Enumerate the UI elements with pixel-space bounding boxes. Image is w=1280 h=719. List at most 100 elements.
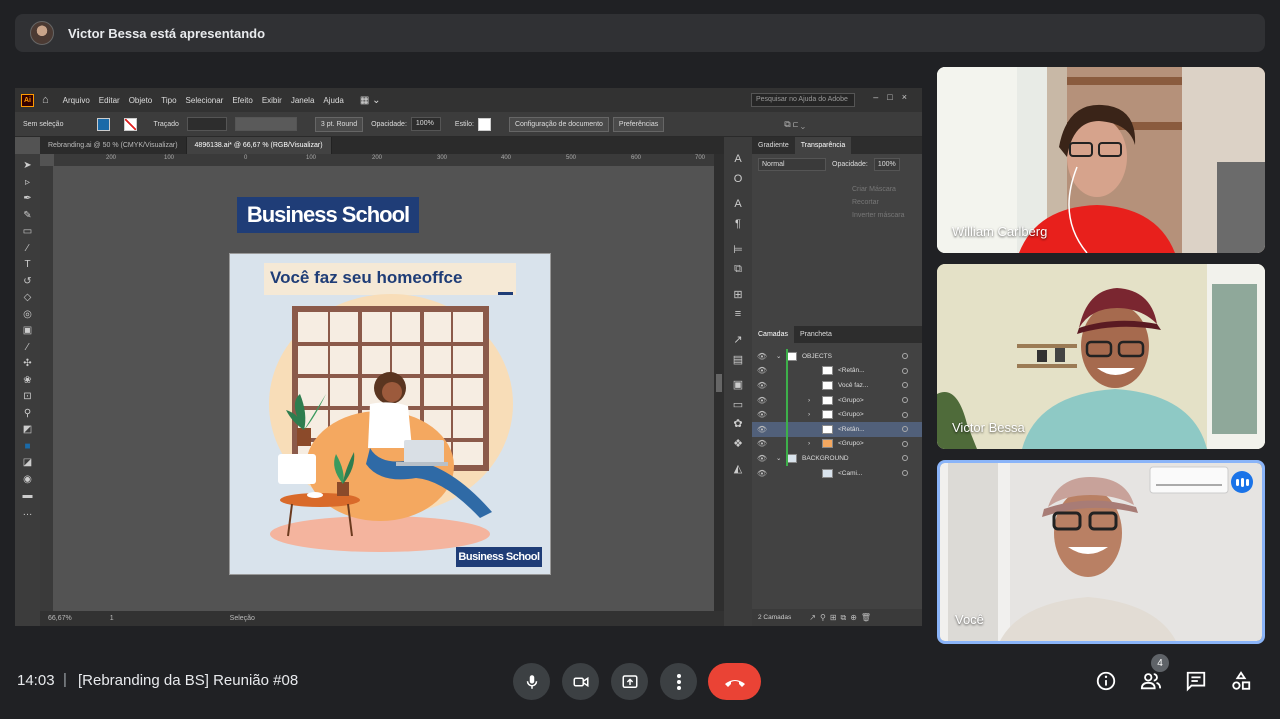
menu-janela[interactable]: Janela (291, 96, 315, 105)
libraries-icon[interactable]: ▤ (733, 353, 743, 373)
visibility-eye-icon[interactable]: 👁 (752, 381, 772, 390)
draw-mode-icon[interactable]: ◉ (23, 472, 32, 489)
tab-rebranding[interactable]: Rebranding.ai @ 50 % (CMYK/Visualizar) (40, 137, 187, 154)
window-controls[interactable]: –□× (873, 92, 916, 102)
tab-gradiente[interactable]: Gradiente (752, 137, 795, 154)
layer-row[interactable]: 👁 <Retân... (752, 363, 922, 379)
tab-camadas[interactable]: Camadas (752, 326, 794, 343)
target-icon[interactable] (902, 426, 908, 433)
expand-arrow[interactable]: › (808, 397, 822, 404)
brush-tool-icon[interactable]: ∕ (27, 241, 29, 258)
preferences-button[interactable]: Preferências (612, 116, 665, 132)
tab-4896138[interactable]: 4896138.ai* @ 66,67 % (RGB/Visualizar) (186, 137, 332, 154)
blend-mode-select[interactable]: Normal (758, 158, 826, 171)
transform-icon[interactable]: ⊞ (733, 288, 742, 308)
layer-row-selected[interactable]: 👁 <Retân... (752, 421, 922, 437)
people-button[interactable] (1139, 669, 1163, 693)
artboard-number[interactable]: 1 (110, 615, 114, 622)
menu-arquivo[interactable]: Arquivo (63, 96, 90, 105)
menu-tipo[interactable]: Tipo (161, 96, 176, 105)
visibility-eye-icon[interactable]: 👁 (752, 396, 772, 405)
layer-row[interactable]: 👁 › <Grupo> (752, 407, 922, 422)
eyedropper-tool-icon[interactable]: ⁄ (27, 340, 29, 357)
activities-button[interactable] (1229, 669, 1253, 693)
invert-mask-checkbox[interactable]: Inverter máscara (752, 209, 922, 222)
layer-row[interactable]: 👁 ⌄ OBJECTS (752, 349, 922, 364)
menu-objeto[interactable]: Objeto (129, 96, 153, 105)
eraser-tool-icon[interactable]: ◇ (24, 290, 32, 307)
layer-row[interactable]: 👁 › <Grupo> (752, 392, 922, 408)
rectangle-tool-icon[interactable]: ▭ (23, 224, 32, 241)
target-icon[interactable] (902, 367, 908, 374)
fill-stroke-icon[interactable]: ◩ (23, 422, 32, 439)
paragraph-styles-icon[interactable]: A (734, 198, 741, 218)
target-icon[interactable] (902, 440, 908, 447)
participant-tile-self[interactable]: Você (937, 460, 1265, 644)
graphic-styles-icon[interactable]: ❖ (733, 437, 743, 457)
make-mask-button[interactable]: Criar Máscara (752, 183, 922, 196)
direct-selection-tool-icon[interactable]: ▹ (25, 175, 30, 192)
fill-swatch[interactable] (97, 117, 111, 131)
shared-screen[interactable]: Ai ⌂ Arquivo Editar Objeto Tipo Selecion… (15, 88, 922, 626)
brush-select[interactable]: 3 pt. Round (314, 116, 364, 132)
artboard-canvas[interactable]: Business School Você faz seu homeoffce B… (54, 166, 714, 611)
present-screen-button[interactable] (611, 663, 648, 700)
zoom-level[interactable]: 66,67% (48, 615, 72, 622)
menu-efeito[interactable]: Efeito (232, 96, 252, 105)
canvas-scrollbar[interactable] (714, 154, 724, 611)
visibility-eye-icon[interactable]: 👁 (752, 469, 772, 478)
layer-row[interactable]: 👁 ⌄ BACKGROUND (752, 451, 922, 466)
blend-tool-icon[interactable]: ✣ (23, 356, 31, 373)
type-tool-icon[interactable]: T (24, 257, 30, 274)
brushes-icon[interactable]: ▭ (733, 398, 743, 418)
participant-tile-victor[interactable]: Victor Bessa (937, 264, 1265, 449)
stroke-weight-field[interactable] (186, 117, 227, 131)
variable-width-field[interactable] (234, 117, 297, 131)
more-options-button[interactable] (660, 663, 697, 700)
menu-editar[interactable]: Editar (99, 96, 120, 105)
target-icon[interactable] (902, 470, 908, 477)
symbols-icon[interactable]: ✿ (733, 417, 742, 437)
layer-row[interactable]: 👁 › <Grupo> (752, 436, 922, 452)
layer-row[interactable]: 👁 <Cami... (752, 466, 922, 481)
more-tools-icon[interactable]: … (23, 505, 33, 522)
target-icon[interactable] (902, 397, 908, 404)
stroke-swatch[interactable] (124, 117, 138, 131)
visibility-eye-icon[interactable]: 👁 (752, 454, 772, 463)
tab-prancheta[interactable]: Prancheta (794, 326, 838, 343)
selection-tool-icon[interactable]: ➤ (23, 158, 31, 175)
artboard-poster[interactable]: Você faz seu homeoffce Business School (229, 253, 551, 575)
menu-selecionar[interactable]: Selecionar (186, 96, 224, 105)
style-swatch[interactable] (477, 117, 491, 131)
visibility-eye-icon[interactable]: 👁 (752, 366, 772, 375)
export-icon[interactable]: ↗ (733, 333, 742, 353)
stroke-panel-icon[interactable]: ≡ (735, 308, 741, 328)
target-icon[interactable] (902, 455, 908, 462)
visibility-eye-icon[interactable]: 👁 (752, 425, 772, 434)
opacity-field[interactable]: 100% (410, 117, 441, 131)
participant-tile-william[interactable]: William Carlberg (937, 67, 1265, 253)
document-setup-button[interactable]: Configuração de documento (508, 116, 609, 132)
meeting-info-button[interactable] (1094, 669, 1118, 693)
business-school-logo-top[interactable]: Business School (237, 197, 419, 233)
panel-opacity-field[interactable]: 100% (873, 158, 900, 171)
appearance-icon[interactable]: ◭ (734, 462, 742, 482)
target-icon[interactable] (902, 411, 908, 418)
target-icon[interactable] (902, 353, 908, 360)
scroll-thumb[interactable] (716, 374, 722, 392)
home-icon[interactable]: ⌂ (42, 94, 49, 106)
curvature-tool-icon[interactable]: ✎ (23, 208, 31, 225)
camera-button[interactable] (562, 663, 599, 700)
visibility-eye-icon[interactable]: 👁 (752, 352, 772, 361)
expand-arrow[interactable]: ⌄ (772, 352, 786, 360)
expand-arrow[interactable]: › (808, 440, 822, 447)
paragraph-icon[interactable]: ¶ (735, 218, 741, 238)
screen-mode-icon[interactable]: ▬ (23, 488, 33, 505)
expand-arrow[interactable]: › (808, 411, 822, 418)
target-icon[interactable] (902, 382, 908, 389)
glyphs-icon[interactable]: O (734, 173, 743, 193)
pathfinder-icon[interactable]: ⧉ (734, 263, 742, 283)
chat-button[interactable] (1184, 669, 1208, 693)
menu-exibir[interactable]: Exibir (262, 96, 282, 105)
microphone-button[interactable] (513, 663, 550, 700)
